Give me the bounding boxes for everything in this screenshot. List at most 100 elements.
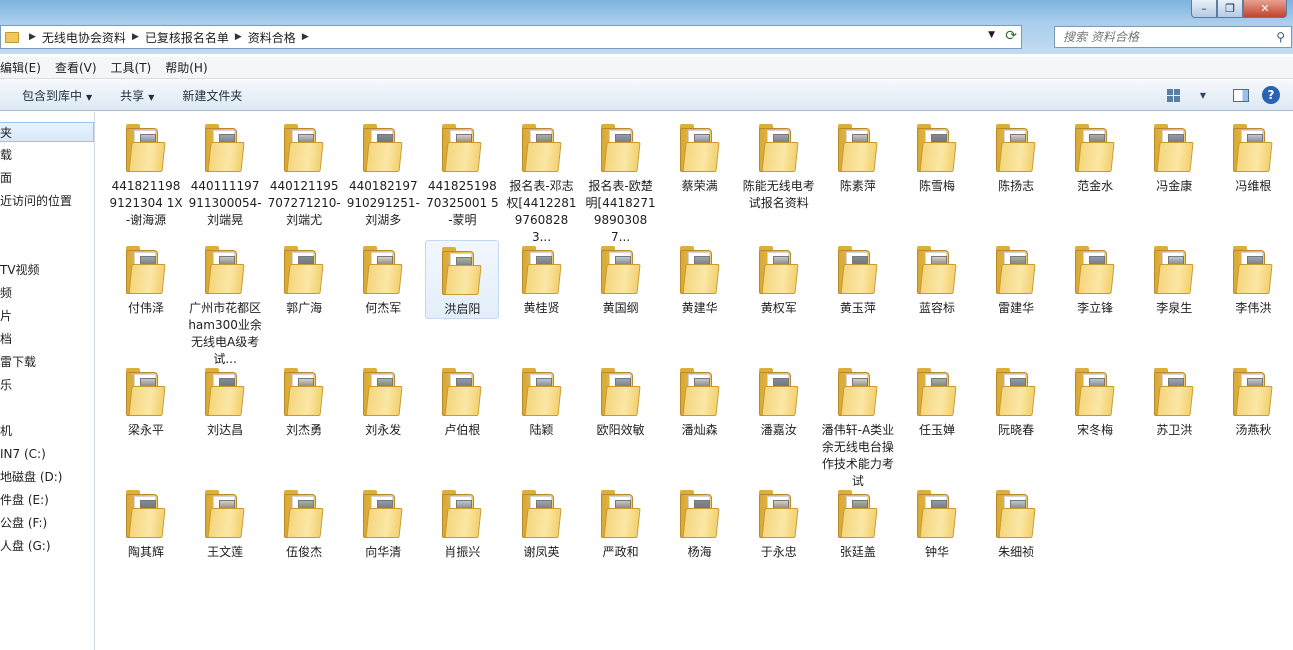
search-icon[interactable]: ⚲ [1276,30,1285,44]
breadcrumb-3[interactable]: 资料合格 [248,29,296,46]
folder-item[interactable]: 向华清 [346,484,420,561]
nav-item-music[interactable]: 乐 [0,375,12,395]
minimize-icon[interactable]: – [1191,0,1217,18]
menu-tools[interactable]: 工具(T) [111,59,160,76]
folder-item[interactable]: 报名表-邓志权[44122819760828 3... [505,118,579,246]
folder-item[interactable]: 陈雪梅 [900,118,974,195]
folder-item[interactable]: 范金水 [1058,118,1132,195]
folder-item[interactable]: 严政和 [584,484,658,561]
nav-item-thunder-downloads[interactable]: 雷下载 [0,352,36,372]
folder-item[interactable]: 报名表-欧楚明[44182719890308 7... [584,118,658,246]
folder-item[interactable]: 谢凤英 [505,484,579,561]
folder-item[interactable]: 黄玉萍 [821,240,895,317]
folder-item[interactable]: 440121195707271210-刘端尤 [267,118,341,229]
maximize-icon[interactable]: ❐ [1217,0,1243,18]
folder-item[interactable]: 朱细祯 [979,484,1053,561]
folder-item[interactable]: 王文莲 [188,484,262,561]
folder-item[interactable]: 伍俊杰 [267,484,341,561]
folder-item[interactable]: 宋冬梅 [1058,362,1132,439]
folder-item[interactable]: 陈能无线电考试报名资料 [742,118,816,212]
folder-item[interactable]: 杨海 [663,484,737,561]
folder-item[interactable]: 张廷盖 [821,484,895,561]
folder-item[interactable]: 蓝容标 [900,240,974,317]
folder-item[interactable]: 潘伟轩-A类业余无线电台操作技术能力考试 [821,362,895,490]
folder-item[interactable]: 陆颖 [505,362,579,439]
nav-item-drive-f[interactable]: 公盘 (F:) [0,513,47,533]
chevron-right-icon[interactable]: ▶ [23,32,42,42]
menu-help[interactable]: 帮助(H) [165,59,215,76]
folder-item[interactable]: 钟华 [900,484,974,561]
folder-item[interactable]: 李立锋 [1058,240,1132,317]
folder-item[interactable]: 刘杰勇 [267,362,341,439]
chevron-down-icon[interactable]: ▼ [988,30,995,40]
nav-item-drive-e[interactable]: 件盘 (E:) [0,490,49,510]
nav-item-favorites[interactable]: 夹 [0,122,94,142]
chevron-right-icon[interactable]: ▶ [126,32,145,42]
nav-item-tv-videos[interactable]: TV视频 [0,260,40,280]
nav-item-documents[interactable]: 档 [0,329,12,349]
search-box[interactable]: ⚲ [1054,26,1292,48]
nav-item-downloads[interactable]: 载 [0,145,12,165]
folder-item[interactable]: 刘永发 [346,362,420,439]
folder-item[interactable]: 广州市花都区 ham300业余无线电A级考试... [188,240,262,368]
folder-item[interactable]: 蔡荣满 [663,118,737,195]
menu-view[interactable]: 查看(V) [55,59,105,76]
folder-item[interactable]: 黄权军 [742,240,816,317]
close-icon[interactable]: ✕ [1243,0,1287,18]
folder-item[interactable]: 刘达昌 [188,362,262,439]
change-view-icon[interactable] [1161,84,1185,106]
nav-item-computer[interactable]: 机 [0,421,12,441]
help-icon[interactable]: ? [1259,84,1283,106]
address-bar[interactable]: ▶ 无线电协会资料 ▶ 已复核报名名单 ▶ 资料合格 ▶ ▼ ⟳ [0,25,1022,49]
folder-item[interactable]: 任玉婵 [900,362,974,439]
folder-item[interactable]: 梁永平 [109,362,183,439]
folder-item[interactable]: 雷建华 [979,240,1053,317]
folder-item[interactable]: 阮晓春 [979,362,1053,439]
folder-item[interactable]: 于永忠 [742,484,816,561]
folder-item[interactable]: 44182519870325001 5-蒙明 [425,118,499,229]
folder-item[interactable]: 黄桂贤 [505,240,579,317]
nav-item-desktop[interactable]: 面 [0,168,12,188]
folder-item[interactable]: 郭广海 [267,240,341,317]
folder-item[interactable]: 李伟洪 [1216,240,1290,317]
folder-item[interactable]: 冯金康 [1137,118,1211,195]
folder-item[interactable]: 4418211989121304 1X-谢海源 [109,118,183,229]
breadcrumb-1[interactable]: 无线电协会资料 [42,29,126,46]
folder-item[interactable]: 肖振兴 [425,484,499,561]
folder-item[interactable]: 陈素萍 [821,118,895,195]
new-folder-button[interactable]: 新建文件夹 [172,87,252,104]
folder-item[interactable]: 陶其辉 [109,484,183,561]
folder-item[interactable]: 陈扬志 [979,118,1053,195]
breadcrumb-2[interactable]: 已复核报名名单 [145,29,229,46]
folder-item[interactable]: 潘嘉汝 [742,362,816,439]
folder-item[interactable]: 洪启阳 [425,240,500,319]
folder-item[interactable]: 440111197911300054-刘端晃 [188,118,262,229]
folder-item[interactable]: 汤燕秋 [1216,362,1290,439]
nav-item-drive-d[interactable]: 地磁盘 (D:) [0,467,62,487]
preview-pane-icon[interactable] [1229,84,1253,106]
refresh-icon[interactable]: ⟳ [1005,28,1017,44]
menu-edit[interactable]: 编辑(E) [0,59,49,76]
share-button[interactable]: 共享 ▼ [110,87,164,104]
folder-item[interactable]: 欧阳效敏 [584,362,658,439]
folder-item[interactable]: 潘灿森 [663,362,737,439]
folder-item[interactable]: 黄建华 [663,240,737,317]
nav-item-drive-c[interactable]: IN7 (C:) [0,444,46,464]
nav-item-pictures[interactable]: 片 [0,306,12,326]
view-dropdown-icon[interactable]: ▼ [1191,84,1215,106]
folder-item[interactable]: 440182197910291251-刘湖多 [346,118,420,229]
nav-item-videos[interactable]: 频 [0,283,12,303]
search-input[interactable] [1063,30,1263,44]
folder-item[interactable]: 苏卫洪 [1137,362,1211,439]
folder-item[interactable]: 付伟泽 [109,240,183,317]
folder-item[interactable]: 何杰军 [346,240,420,317]
include-in-library-button[interactable]: 包含到库中 ▼ [12,87,102,104]
nav-item-drive-g[interactable]: 人盘 (G:) [0,536,51,556]
folder-item[interactable]: 冯维根 [1216,118,1290,195]
chevron-right-icon[interactable]: ▶ [229,32,248,42]
nav-item-recent-places[interactable]: 近访问的位置 [0,191,72,211]
folder-item[interactable]: 卢伯根 [425,362,499,439]
folder-item[interactable]: 李泉生 [1137,240,1211,317]
chevron-right-icon[interactable]: ▶ [296,32,315,42]
folder-item[interactable]: 黄国纲 [584,240,658,317]
